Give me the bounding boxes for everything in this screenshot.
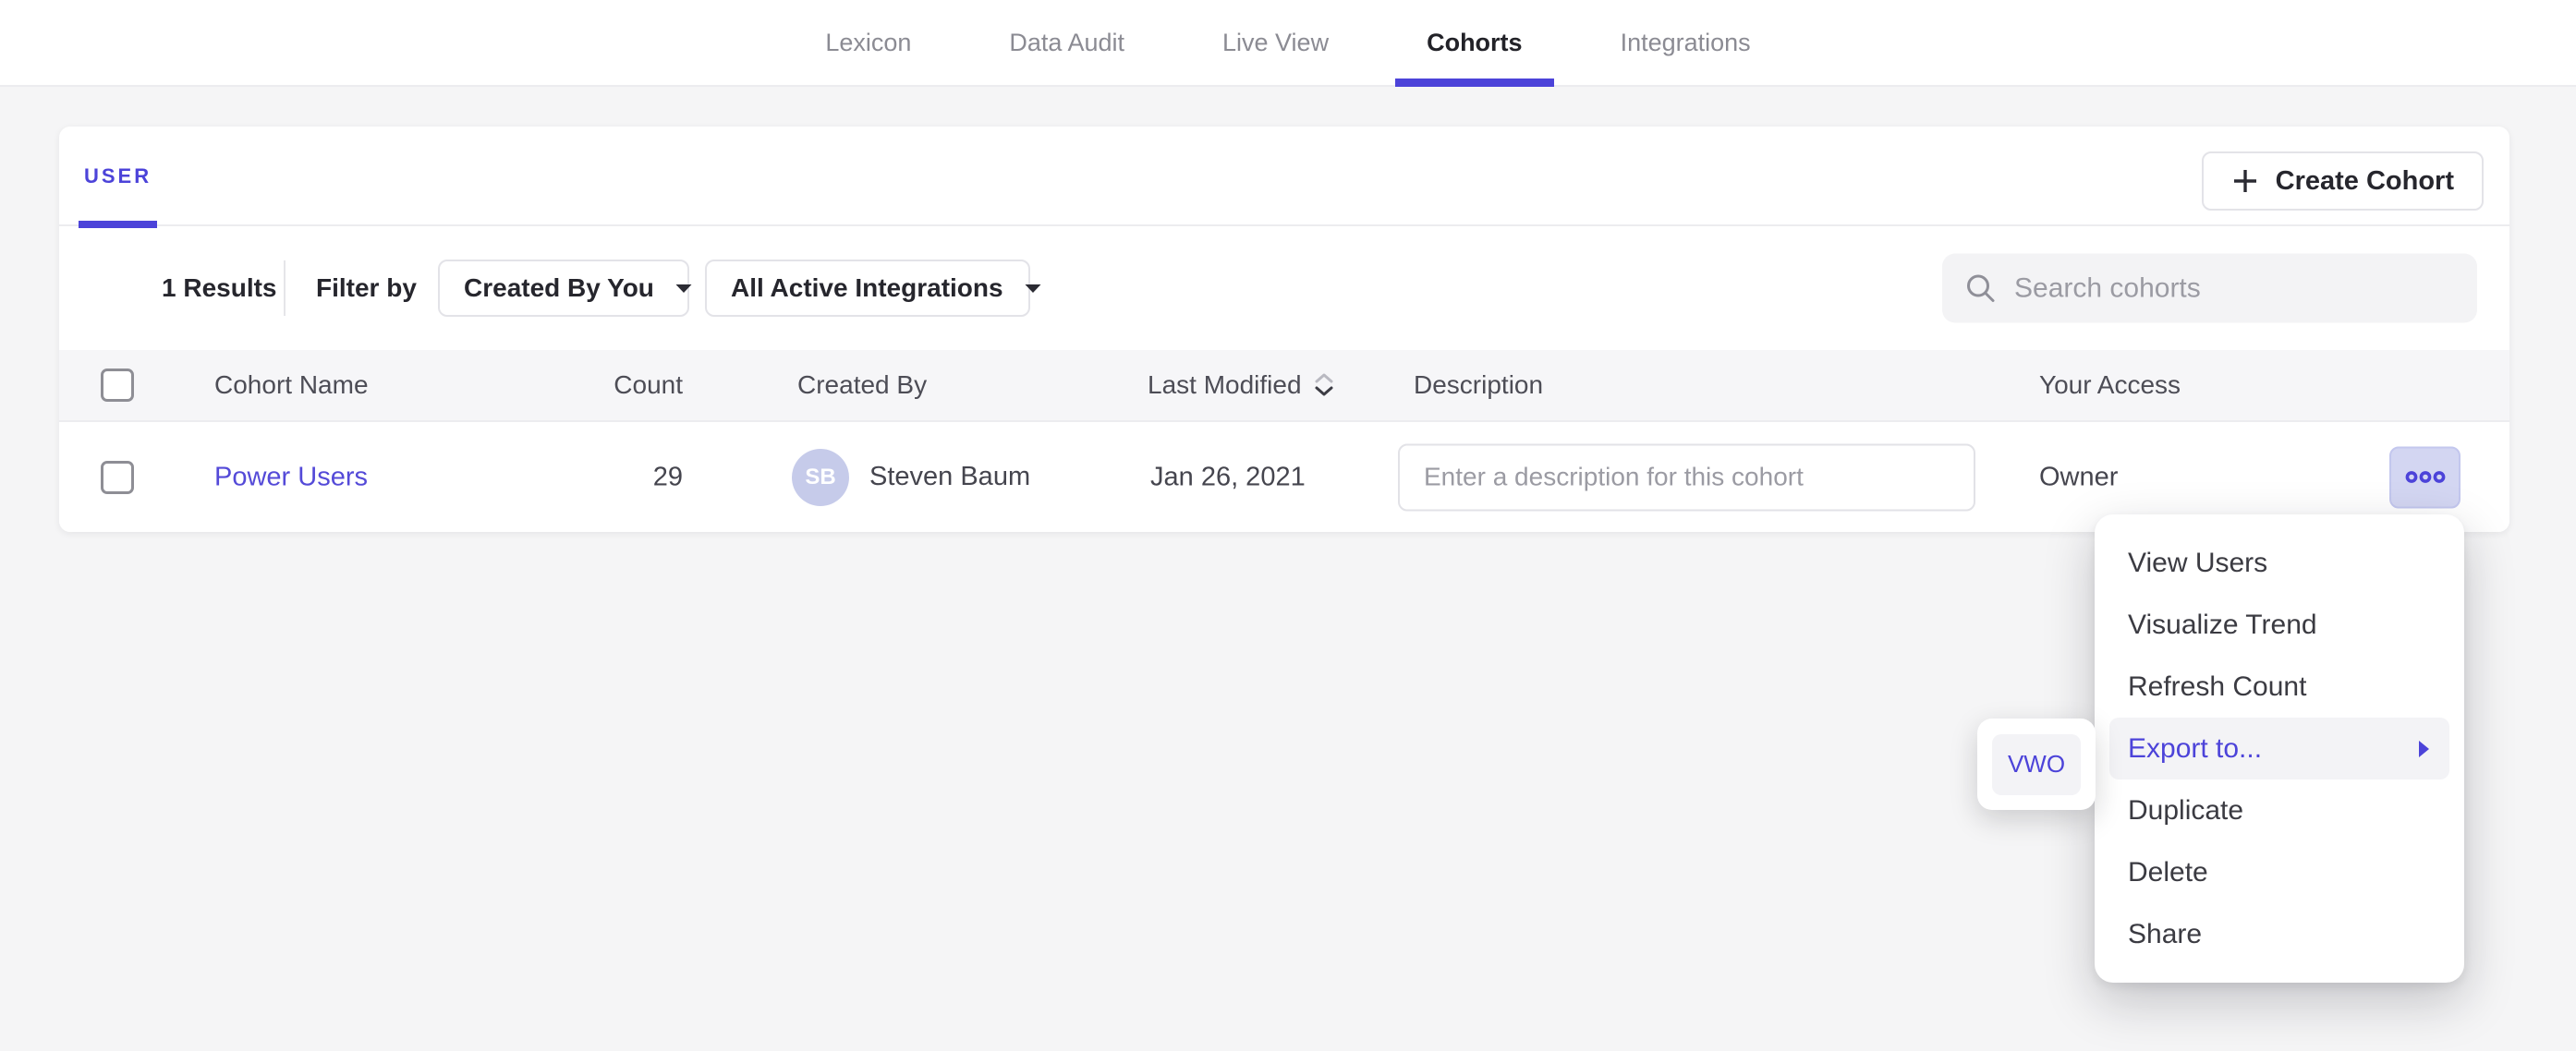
integrations-dropdown-label: All Active Integrations <box>731 273 1003 303</box>
description-input[interactable] <box>1398 443 1975 511</box>
submenu-item-vwo[interactable]: VWO <box>1992 734 2081 795</box>
menu-item-export-to-label: Export to... <box>2128 733 2262 765</box>
row-context-menu: View Users Visualize Trend Refresh Count… <box>2095 514 2464 983</box>
sort-icon <box>1313 372 1335 398</box>
menu-item-share[interactable]: Share <box>2109 903 2449 965</box>
menu-item-export-to[interactable]: Export to... <box>2109 718 2449 779</box>
created-by-dropdown[interactable]: Created By You <box>438 260 689 317</box>
created-by-dropdown-label: Created By You <box>464 273 654 303</box>
nav-tab-data-audit[interactable]: Data Audit <box>970 0 1163 85</box>
menu-item-duplicate[interactable]: Duplicate <box>2109 779 2449 841</box>
more-options-icon <box>2404 469 2447 486</box>
cohort-name-link[interactable]: Power Users <box>214 462 368 492</box>
search-input[interactable] <box>2014 272 2455 304</box>
integrations-dropdown[interactable]: All Active Integrations <box>705 260 1030 317</box>
caret-down-icon <box>674 284 693 294</box>
tab-user[interactable]: USER <box>79 127 157 226</box>
access-value: Owner <box>2039 462 2118 492</box>
select-all-checkbox[interactable] <box>101 368 134 402</box>
nav-tab-lexicon[interactable]: Lexicon <box>786 0 950 85</box>
last-modified-date: Jan 26, 2021 <box>1150 462 1306 492</box>
created-by-cell: SB Steven Baum <box>792 449 1030 506</box>
menu-item-refresh-count[interactable]: Refresh Count <box>2109 656 2449 718</box>
nav-tab-integrations[interactable]: Integrations <box>1582 0 1790 85</box>
avatar: SB <box>792 449 849 506</box>
column-description: Description <box>1414 370 1543 400</box>
panel-header: USER Create Cohort <box>59 127 2509 226</box>
column-your-access: Your Access <box>2039 370 2181 400</box>
submenu-arrow-icon <box>2417 739 2431 759</box>
menu-item-view-users[interactable]: View Users <box>2109 532 2449 594</box>
cohorts-panel: USER Create Cohort 1 Results Filter by C… <box>59 127 2509 532</box>
row-more-button[interactable] <box>2389 446 2461 508</box>
column-cohort-name: Cohort Name <box>214 370 369 400</box>
create-cohort-label: Create Cohort <box>2276 166 2454 197</box>
menu-item-delete[interactable]: Delete <box>2109 841 2449 903</box>
nav-tab-live-view[interactable]: Live View <box>1184 0 1367 85</box>
column-last-modified-label: Last Modified <box>1148 370 1302 400</box>
top-navigation: Lexicon Data Audit Live View Cohorts Int… <box>0 0 2576 87</box>
column-created-by: Created By <box>797 370 927 400</box>
search-cohorts-box <box>1942 254 2477 323</box>
search-icon <box>1964 272 1998 305</box>
table-header: Cohort Name Count Created By Last Modifi… <box>59 350 2509 422</box>
vertical-divider <box>284 260 286 316</box>
plus-icon <box>2231 167 2259 195</box>
cohort-count: 29 <box>493 462 683 492</box>
create-cohort-button[interactable]: Create Cohort <box>2202 151 2484 211</box>
caret-down-icon <box>1024 284 1042 294</box>
export-submenu: VWO <box>1977 719 2096 810</box>
filter-bar: 1 Results Filter by Created By You All A… <box>59 226 2509 350</box>
created-by-name: Steven Baum <box>869 462 1030 492</box>
row-checkbox[interactable] <box>101 461 134 494</box>
nav-tab-cohorts[interactable]: Cohorts <box>1388 0 1561 85</box>
menu-item-visualize-trend[interactable]: Visualize Trend <box>2109 594 2449 656</box>
results-count: 1 Results <box>162 273 277 303</box>
filter-by-label: Filter by <box>316 273 417 303</box>
column-last-modified[interactable]: Last Modified <box>1148 370 1335 400</box>
column-count: Count <box>493 370 683 400</box>
